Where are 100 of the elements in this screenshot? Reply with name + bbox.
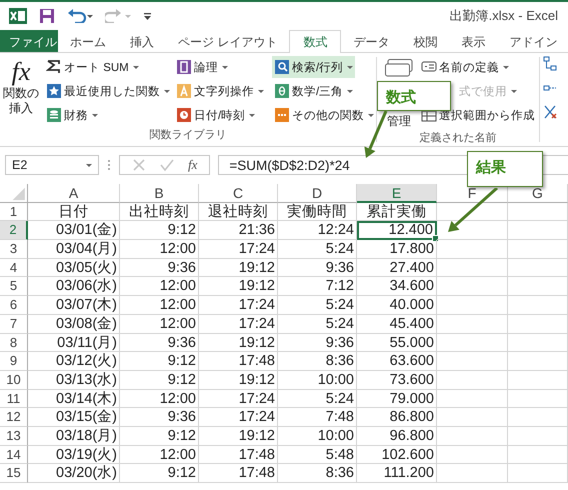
table-cell: 03/15(金) bbox=[28, 408, 120, 427]
table-cell: 111.200 bbox=[357, 464, 437, 483]
ribbon-tab[interactable]: 数式 bbox=[289, 30, 342, 53]
function-category-button[interactable]: オート SUM bbox=[44, 56, 141, 78]
ribbon-tab[interactable]: データ bbox=[341, 30, 402, 52]
insert-function-button[interactable]: fx bbox=[188, 157, 198, 173]
table-cell bbox=[508, 314, 568, 334]
table-cell bbox=[437, 370, 508, 390]
ribbon-tab[interactable]: ページ レイアウト bbox=[166, 30, 290, 52]
table-cell: 9:12 bbox=[120, 221, 199, 240]
row-header[interactable]: 8 bbox=[0, 334, 28, 352]
table-cell: 03/04(月) bbox=[28, 240, 120, 259]
insert-function-button[interactable]: fx 関数の挿入 bbox=[0, 56, 42, 127]
table-cell bbox=[437, 390, 508, 408]
ribbon-tab[interactable]: 校閲 bbox=[401, 30, 450, 52]
row-header[interactable]: 5 bbox=[0, 277, 28, 296]
table-cell: 12:00 bbox=[120, 390, 199, 408]
group-label: 定義された名前 bbox=[420, 130, 496, 146]
row-header[interactable]: 6 bbox=[0, 296, 28, 315]
table-cell: 10:00 bbox=[278, 370, 357, 390]
function-category-button[interactable]: 日付/時刻 bbox=[174, 104, 258, 126]
ribbon-tab[interactable]: アドイン bbox=[497, 30, 568, 52]
name-tags-icon bbox=[385, 59, 413, 77]
grip-icon[interactable] bbox=[107, 158, 111, 172]
column-title-cell: 日付 bbox=[28, 202, 120, 222]
table-cell: 17.800 bbox=[357, 240, 437, 259]
table-cell: 19:12 bbox=[199, 334, 278, 352]
table-cell: 73.600 bbox=[357, 370, 437, 390]
function-category-button[interactable]: 文字列操作 bbox=[174, 80, 266, 102]
table-cell: 17:24 bbox=[199, 390, 278, 408]
file-tab[interactable]: ファイル bbox=[0, 30, 58, 52]
table-cell bbox=[508, 446, 568, 464]
function-category-button[interactable]: 数学/三角 bbox=[272, 80, 356, 102]
table-cell bbox=[437, 314, 508, 334]
row-header[interactable]: 10 bbox=[0, 370, 28, 390]
table-cell: 17:48 bbox=[199, 464, 278, 483]
ribbon-tab[interactable]: 挿入 bbox=[118, 30, 166, 52]
table-cell bbox=[437, 277, 508, 296]
save-icon[interactable] bbox=[39, 8, 55, 24]
table-cell bbox=[508, 296, 568, 315]
table-cell bbox=[508, 352, 568, 371]
table-cell: 03/13(水) bbox=[28, 370, 120, 390]
row-header[interactable]: 3 bbox=[0, 240, 28, 259]
table-cell bbox=[437, 202, 508, 222]
fill-handle[interactable] bbox=[432, 235, 439, 242]
function-category-button[interactable]: 論理 bbox=[174, 56, 230, 78]
undo-icon[interactable] bbox=[67, 9, 93, 23]
row-header[interactable]: 4 bbox=[0, 258, 28, 278]
window-title: 出勤簿.xlsx - Excel bbox=[450, 7, 558, 25]
customize-toolbar-icon[interactable] bbox=[143, 11, 153, 21]
table-cell: 9:36 bbox=[278, 258, 357, 278]
column-header[interactable]: E bbox=[357, 184, 437, 203]
table-cell: 17:48 bbox=[199, 352, 278, 371]
check-icon[interactable] bbox=[160, 158, 174, 172]
row-header[interactable]: 7 bbox=[0, 314, 28, 334]
row-header[interactable]: 12 bbox=[0, 408, 28, 427]
table-cell: 8:36 bbox=[278, 352, 357, 371]
defined-name-button[interactable]: 名前の定義 bbox=[419, 56, 511, 78]
theta-icon bbox=[274, 83, 290, 99]
table-cell: 40.000 bbox=[357, 296, 437, 315]
row-header[interactable]: 14 bbox=[0, 446, 28, 464]
function-category-button[interactable]: 最近使用した関数 bbox=[44, 80, 172, 102]
table-cell: 17:24 bbox=[199, 408, 278, 427]
column-header[interactable]: C bbox=[199, 184, 278, 203]
table-cell: 03/20(水) bbox=[28, 464, 120, 483]
row-header[interactable]: 2 bbox=[0, 221, 28, 240]
table-cell bbox=[437, 296, 508, 315]
table-cell: 9:12 bbox=[120, 370, 199, 390]
row-header[interactable]: 9 bbox=[0, 352, 28, 371]
table-cell: 34.600 bbox=[357, 277, 437, 296]
trace-precedents-icon[interactable] bbox=[543, 56, 557, 72]
table-cell: 12:00 bbox=[120, 296, 199, 315]
remove-arrows-icon[interactable] bbox=[543, 104, 557, 120]
ribbon-tab[interactable]: ホーム bbox=[58, 30, 118, 52]
column-header[interactable]: A bbox=[28, 184, 120, 203]
callout-arrow bbox=[364, 111, 388, 158]
function-category-button[interactable]: 財務 bbox=[44, 104, 100, 126]
callout-label: 数式 bbox=[377, 81, 451, 111]
table-cell: 03/11(月) bbox=[28, 334, 120, 352]
function-category-button[interactable]: 検索/行列 bbox=[272, 56, 356, 78]
spreadsheet-app-icon[interactable] bbox=[9, 7, 27, 25]
name-box[interactable]: E2 bbox=[5, 155, 99, 175]
table-cell: 5:24 bbox=[278, 390, 357, 408]
table-cell: 102.600 bbox=[357, 446, 437, 464]
function-category-button[interactable]: その他の関数 bbox=[272, 104, 376, 126]
table-cell bbox=[437, 446, 508, 464]
row-header[interactable]: 11 bbox=[0, 390, 28, 408]
sigma-icon bbox=[46, 59, 62, 75]
table-cell: 17:24 bbox=[199, 296, 278, 315]
table-cell: 17:24 bbox=[199, 240, 278, 259]
table-cell: 45.400 bbox=[357, 314, 437, 334]
column-header[interactable]: B bbox=[120, 184, 199, 203]
ribbon-tab[interactable]: 表示 bbox=[449, 30, 498, 52]
table-cell: 19:12 bbox=[199, 258, 278, 278]
row-header[interactable]: 13 bbox=[0, 426, 28, 446]
table-cell: 03/14(木) bbox=[28, 390, 120, 408]
dots-icon bbox=[274, 107, 290, 123]
table-cell: 7:12 bbox=[278, 277, 357, 296]
row-header[interactable]: 15 bbox=[0, 464, 28, 483]
table-cell bbox=[437, 258, 508, 278]
